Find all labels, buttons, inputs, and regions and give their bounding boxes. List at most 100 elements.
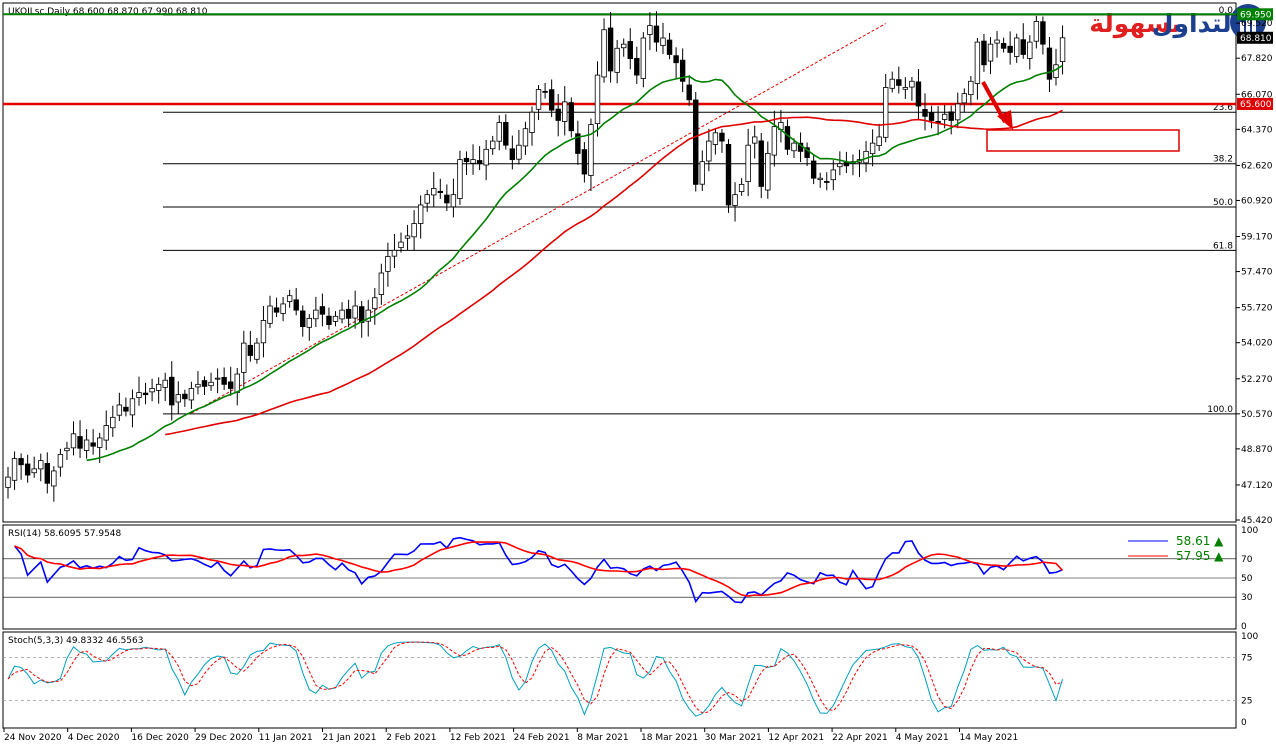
rsi-tick-label: 100	[1241, 526, 1258, 536]
candle	[810, 155, 817, 185]
candle	[863, 141, 869, 173]
candle	[227, 366, 234, 396]
rsi-tick-label: 50	[1241, 574, 1253, 584]
price-label-text: 68.810	[1240, 34, 1272, 44]
candle	[110, 405, 116, 437]
candle	[391, 233, 398, 269]
candle	[162, 372, 168, 401]
x-tick-label: 12 Apr 2021	[768, 733, 824, 743]
candle	[686, 75, 692, 106]
candle	[417, 195, 424, 239]
candle	[948, 105, 954, 135]
price-label-text: 69.950	[1240, 10, 1272, 20]
candle	[214, 368, 221, 394]
candle	[70, 421, 77, 456]
candle	[1046, 36, 1053, 93]
candle	[706, 128, 712, 172]
candle	[424, 189, 430, 212]
candle	[332, 311, 339, 327]
candle	[738, 178, 745, 196]
candle	[614, 40, 620, 84]
candle	[830, 160, 836, 191]
candle	[175, 381, 181, 415]
rsi-panel-frame	[2, 524, 1237, 630]
x-tick-label: 4 Dec 2020	[68, 733, 120, 743]
candle	[195, 371, 201, 395]
candle	[411, 210, 417, 251]
y-tick-label: 52.270	[1241, 375, 1273, 385]
candle	[1040, 16, 1046, 55]
candle	[594, 61, 601, 137]
x-tick-label: 24 Feb 2021	[514, 733, 570, 743]
stoch-tick-label: 100	[1241, 632, 1258, 642]
candle	[968, 76, 974, 106]
candle	[535, 85, 542, 121]
candle	[280, 296, 286, 322]
candle	[18, 453, 24, 480]
candle	[136, 376, 142, 406]
candle	[476, 146, 483, 171]
candle	[385, 242, 391, 287]
rsi-legend-value: 57.95 ▲	[1176, 549, 1224, 563]
candle	[31, 456, 37, 478]
symbol-info: UKOILsc,Daily 68.600 68.870 67.990 68.81…	[8, 7, 208, 17]
y-tick-label: 50.570	[1241, 410, 1273, 420]
candle	[1033, 15, 1040, 49]
candle	[378, 263, 385, 305]
x-tick-label: 2 Feb 2021	[386, 733, 436, 743]
trend-line	[191, 23, 886, 414]
candle	[640, 32, 647, 88]
rsi-legend-value: 58.61 ▲	[1176, 534, 1224, 548]
x-tick-label: 18 Mar 2021	[641, 733, 698, 743]
stoch-tick-label: 0	[1241, 718, 1247, 728]
candle	[555, 93, 561, 137]
candle	[699, 150, 705, 191]
candle	[470, 144, 476, 175]
candle	[241, 330, 247, 388]
candle	[83, 429, 90, 459]
x-tick-label: 30 Mar 2021	[705, 733, 762, 743]
candle	[974, 37, 981, 100]
candle	[1000, 37, 1007, 53]
candle	[483, 140, 489, 181]
rsi-tick-label: 0	[1241, 622, 1247, 632]
candle	[260, 306, 267, 358]
candle	[208, 372, 214, 391]
rsi-title: RSI(14) 58.6095 57.9548	[8, 529, 122, 539]
x-tick-label: 22 Apr 2021	[832, 733, 888, 743]
candle	[719, 128, 725, 153]
candle	[57, 448, 64, 477]
price-chart[interactable]: UKOILsc,Daily 68.600 68.870 67.990 68.81…	[0, 0, 1276, 748]
y-tick-label: 47.120	[1241, 481, 1273, 491]
fib-level-label: 100.0	[1207, 405, 1233, 415]
candle	[889, 71, 895, 93]
candle	[306, 314, 312, 341]
candle	[142, 382, 149, 405]
candle	[11, 451, 18, 490]
annotation-arrow	[981, 81, 1013, 130]
fib-level-label: 38.2	[1213, 155, 1233, 165]
candle	[869, 129, 876, 167]
candle	[876, 123, 882, 151]
stoch-panel-frame	[2, 631, 1237, 729]
candle	[247, 330, 254, 362]
candle	[489, 135, 496, 155]
candle	[542, 82, 548, 99]
stoch-tick-label: 25	[1241, 697, 1252, 707]
target-zone-box	[986, 129, 1180, 152]
y-tick-label: 62.620	[1241, 161, 1273, 171]
candle	[293, 287, 299, 316]
candle	[313, 296, 319, 328]
candle	[496, 115, 502, 151]
candle	[824, 172, 830, 191]
x-tick-label: 8 Mar 2021	[577, 733, 628, 743]
fib-level-label: 61.8	[1213, 241, 1233, 251]
candle	[254, 337, 260, 364]
x-tick-label: 14 May 2021	[960, 733, 1019, 743]
stoch-k-line	[7, 641, 1063, 717]
y-tick-label: 48.870	[1241, 445, 1273, 455]
candle	[352, 290, 358, 329]
y-tick-label: 59.170	[1241, 233, 1273, 243]
candle	[601, 18, 607, 83]
x-tick-label: 11 Jan 2021	[259, 733, 313, 743]
